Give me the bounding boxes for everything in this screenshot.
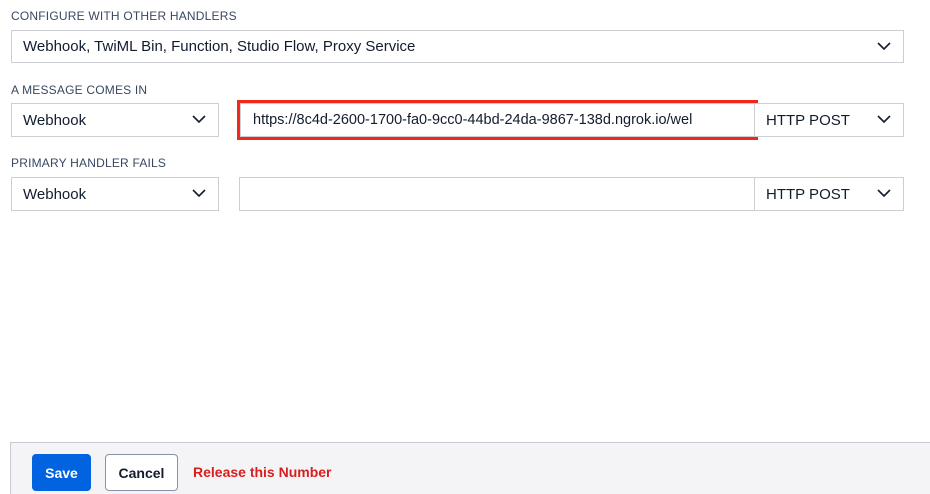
save-button[interactable]: Save <box>32 454 91 491</box>
fallback-http-method-select[interactable]: HTTP POST <box>754 177 904 211</box>
cancel-button[interactable]: Cancel <box>105 454 178 491</box>
other-handlers-select[interactable]: Webhook, TwiML Bin, Function, Studio Flo… <box>11 30 904 63</box>
fallback-url-input[interactable] <box>239 177 755 211</box>
other-handlers-label: CONFIGURE WITH OTHER HANDLERS <box>11 9 237 23</box>
fallback-http-method-value: HTTP POST <box>766 185 850 203</box>
messaging-configuration-page: CONFIGURE WITH OTHER HANDLERS Webhook, T… <box>0 0 930 494</box>
action-footer: Save Cancel Release this Number <box>10 442 930 494</box>
other-handlers-selected-value: Webhook, TwiML Bin, Function, Studio Flo… <box>23 38 416 55</box>
message-http-method-select[interactable]: HTTP POST <box>754 103 904 137</box>
message-handler-type-select[interactable]: Webhook <box>11 103 219 137</box>
chevron-down-icon <box>877 189 891 198</box>
message-handler-type-value: Webhook <box>23 111 87 129</box>
message-webhook-url-input[interactable] <box>240 103 755 137</box>
primary-handler-fails-label: PRIMARY HANDLER FAILS <box>11 156 167 170</box>
fallback-handler-type-select[interactable]: Webhook <box>11 177 219 211</box>
release-number-link[interactable]: Release this Number <box>193 464 332 480</box>
chevron-down-icon <box>192 115 206 124</box>
message-comes-in-label: A MESSAGE COMES IN <box>11 83 148 97</box>
chevron-down-icon <box>877 115 891 124</box>
chevron-down-icon <box>877 41 891 50</box>
fallback-handler-type-value: Webhook <box>23 185 87 203</box>
chevron-down-icon <box>192 189 206 198</box>
message-http-method-value: HTTP POST <box>766 111 850 129</box>
